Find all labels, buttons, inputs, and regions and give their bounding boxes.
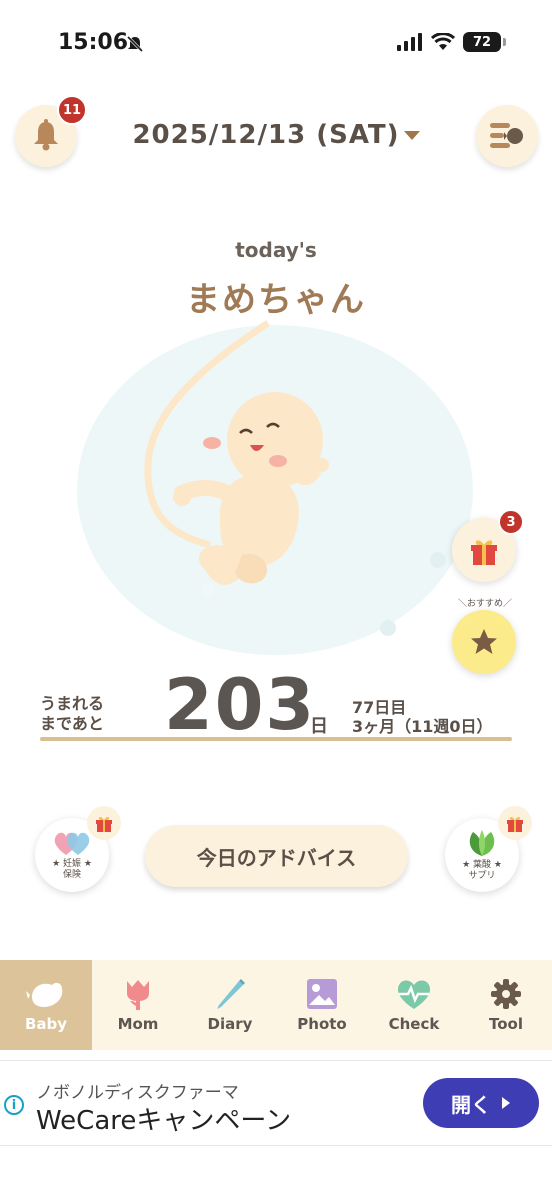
battery-tip bbox=[503, 38, 506, 46]
tab-diary[interactable]: Diary bbox=[184, 960, 276, 1050]
countdown-label: うまれる まであと bbox=[40, 694, 104, 734]
tab-baby-label: Baby bbox=[24, 1015, 68, 1033]
caret-down-icon bbox=[403, 131, 420, 140]
tulip-icon bbox=[127, 980, 149, 1010]
countdown-label-line2: まであと bbox=[40, 714, 104, 733]
small-gift-icon bbox=[96, 816, 112, 832]
signal-icon bbox=[397, 33, 422, 51]
status-indicators: 72 bbox=[397, 32, 506, 52]
daily-advice-button[interactable]: 今日のアドバイス bbox=[145, 825, 408, 887]
countdown-underline bbox=[40, 737, 512, 741]
supplement-gift-marker bbox=[498, 806, 532, 840]
ad-open-label: 開く bbox=[451, 1092, 491, 1117]
tab-tool-label: Tool bbox=[489, 1015, 523, 1033]
tab-diary-label: Diary bbox=[207, 1015, 253, 1033]
play-arrow-icon bbox=[502, 1097, 510, 1109]
hearts-icon bbox=[54, 832, 90, 855]
tab-baby[interactable]: Baby bbox=[0, 960, 92, 1050]
insurance-label-1: ★ 妊娠 ★ bbox=[52, 859, 92, 869]
date-selector[interactable]: 2025/12/13 (SAT) bbox=[0, 120, 552, 150]
ad-title: WeCareキャンペーン bbox=[36, 1106, 292, 1136]
photo-icon bbox=[307, 979, 337, 1009]
bottom-tab-bar: Baby Mom Diary Photo Check Tool bbox=[0, 960, 552, 1050]
menu-button[interactable] bbox=[476, 105, 538, 167]
countdown-label-line1: うまれる bbox=[40, 694, 105, 713]
recommend-label: ＼おすすめ／ bbox=[457, 599, 512, 609]
small-gift-icon bbox=[507, 816, 523, 832]
insurance-label-2: 保険 bbox=[62, 870, 81, 880]
tab-tool[interactable]: Tool bbox=[460, 960, 552, 1050]
leaf-icon bbox=[469, 830, 495, 856]
baby-name: まめちゃん bbox=[186, 280, 366, 320]
gift-icon bbox=[471, 540, 497, 565]
pencil-icon bbox=[217, 979, 245, 1009]
tab-check-label: Check bbox=[388, 1015, 440, 1033]
ad-info-icon[interactable]: i bbox=[4, 1095, 24, 1115]
menu-bird-icon bbox=[490, 123, 523, 148]
days-left-number: 203 bbox=[164, 664, 317, 746]
month-week: 3ヶ月（11週0日） bbox=[352, 717, 493, 736]
supplement-label-1: ★ 葉酸 ★ bbox=[462, 860, 502, 870]
wifi-icon bbox=[431, 33, 455, 50]
battery-indicator: 72 bbox=[463, 32, 501, 52]
tab-mom[interactable]: Mom bbox=[92, 960, 184, 1050]
status-time: 15:06 bbox=[58, 30, 129, 55]
silent-bell-icon bbox=[126, 35, 144, 53]
ad-open-button[interactable]: 開く bbox=[423, 1078, 539, 1128]
star-icon bbox=[471, 629, 497, 654]
date-text: 2025/12/13 (SAT) bbox=[132, 120, 400, 150]
days-unit: 日 bbox=[310, 716, 328, 737]
insurance-gift-marker bbox=[87, 806, 121, 840]
heartbeat-icon bbox=[397, 980, 431, 1009]
tab-check[interactable]: Check bbox=[368, 960, 460, 1050]
tab-photo-label: Photo bbox=[297, 1015, 347, 1033]
bird-icon bbox=[26, 982, 63, 1007]
recommend-button[interactable] bbox=[452, 610, 516, 674]
tab-mom-label: Mom bbox=[117, 1015, 159, 1033]
baby-illustration bbox=[77, 320, 473, 655]
gift-badge: 3 bbox=[498, 509, 524, 535]
todays-heading: today's bbox=[235, 238, 317, 262]
tab-photo[interactable]: Photo bbox=[276, 960, 368, 1050]
gear-icon bbox=[491, 979, 521, 1009]
supplement-label-2: サプリ bbox=[468, 871, 496, 881]
